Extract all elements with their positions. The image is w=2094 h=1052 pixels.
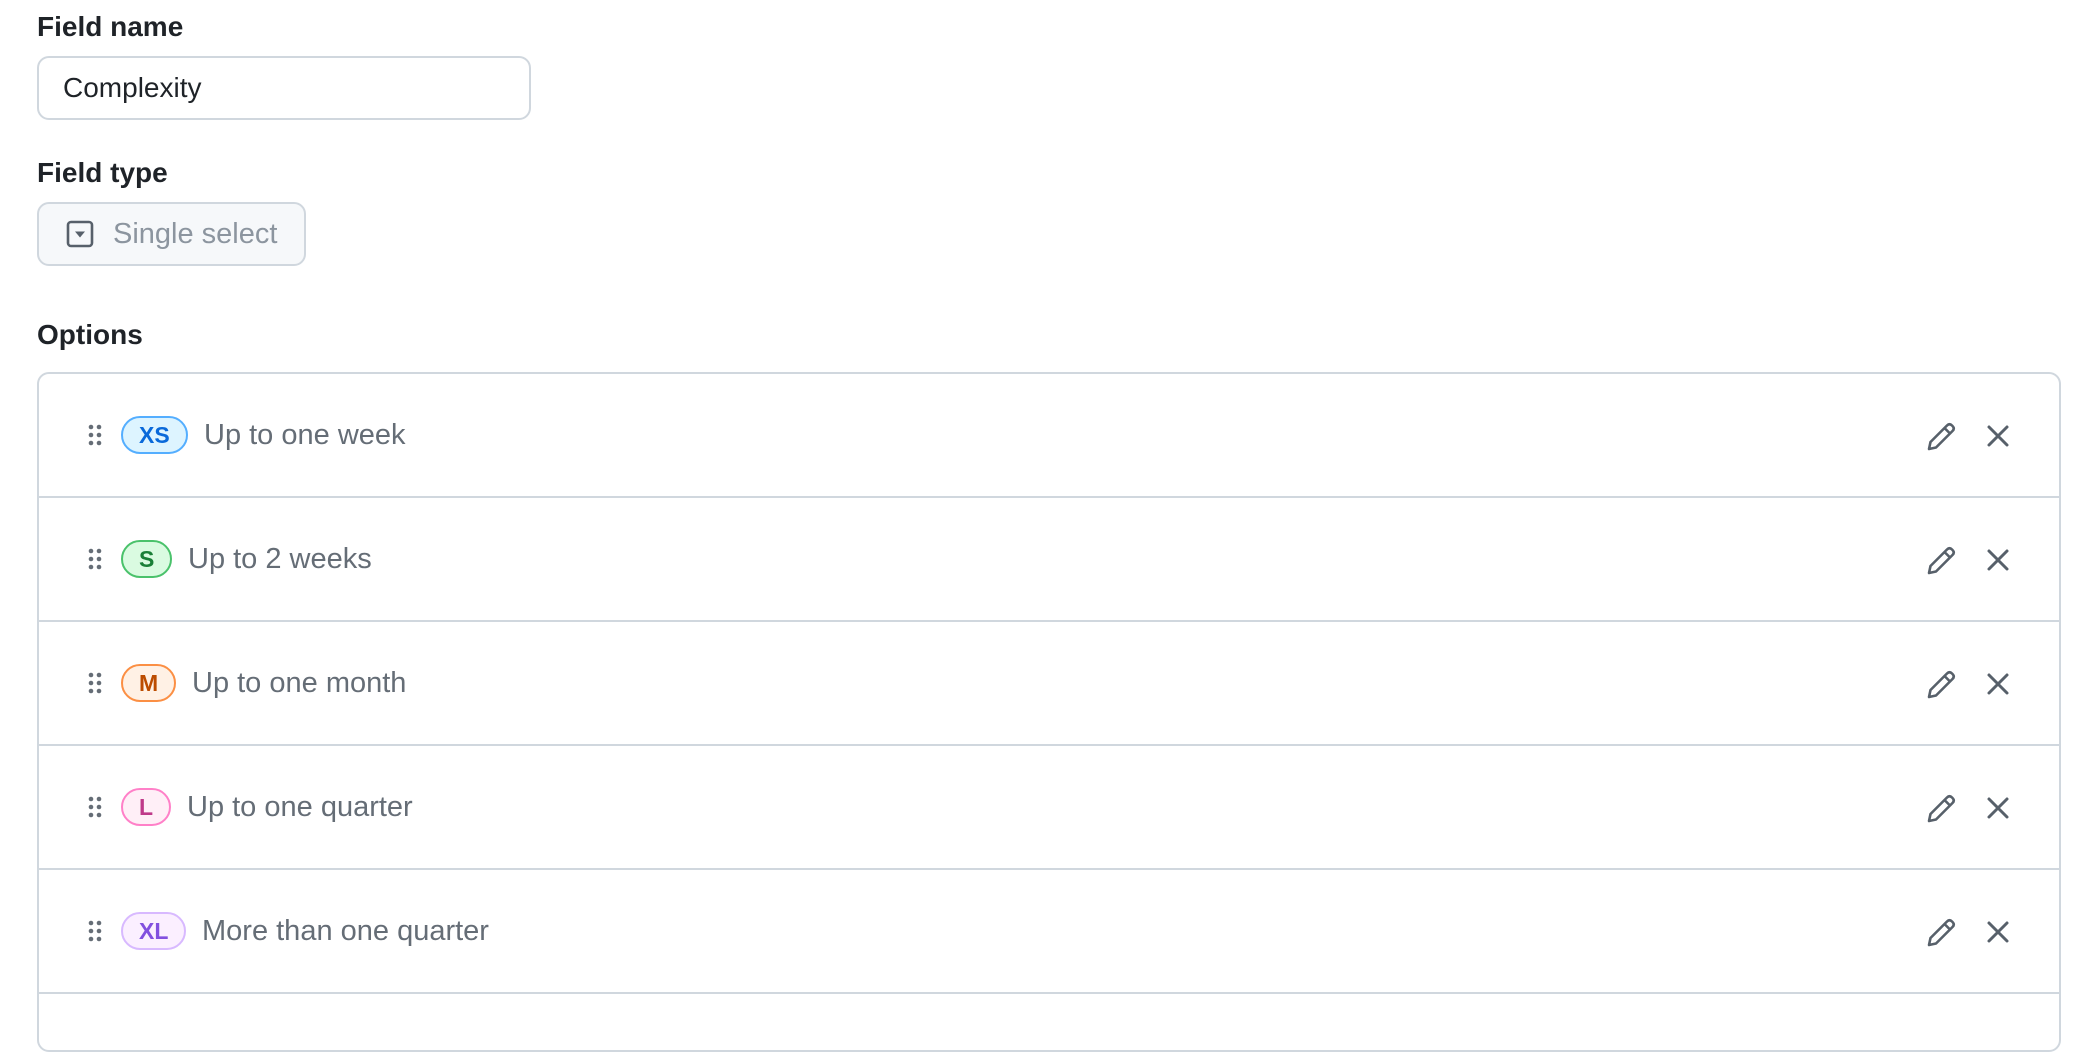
option-description: Up to one quarter bbox=[187, 791, 413, 823]
drag-handle-icon[interactable] bbox=[87, 795, 103, 819]
field-type-value: Single select bbox=[113, 217, 278, 250]
drag-handle-icon[interactable] bbox=[87, 671, 103, 695]
drag-handle-icon[interactable] bbox=[87, 547, 103, 571]
option-description: Up to one month bbox=[192, 667, 407, 699]
option-row: M Up to one month bbox=[39, 622, 2059, 746]
option-row: L Up to one quarter bbox=[39, 746, 2059, 870]
option-badge: XS bbox=[121, 416, 188, 454]
drag-handle-icon[interactable] bbox=[87, 919, 103, 943]
field-type-select: Single select bbox=[37, 202, 306, 266]
close-icon[interactable] bbox=[1984, 546, 2012, 574]
pencil-icon[interactable] bbox=[1925, 419, 1959, 453]
option-description: More than one quarter bbox=[202, 915, 489, 947]
field-name-input[interactable] bbox=[37, 56, 531, 120]
field-name-label: Field name bbox=[37, 11, 184, 42]
options-list: XS Up to one week S Up to 2 weeks M Up t… bbox=[37, 372, 2061, 1052]
close-icon[interactable] bbox=[1984, 794, 2012, 822]
option-badge: L bbox=[121, 788, 172, 826]
pencil-icon[interactable] bbox=[1925, 667, 1959, 701]
field-type-label: Field type bbox=[37, 157, 168, 188]
option-row: XS Up to one week bbox=[39, 374, 2059, 498]
option-badge: M bbox=[121, 664, 177, 702]
options-label: Options bbox=[37, 319, 143, 350]
option-badge: XL bbox=[121, 912, 187, 950]
pencil-icon[interactable] bbox=[1925, 791, 1959, 825]
single-select-icon bbox=[65, 219, 95, 249]
pencil-icon[interactable] bbox=[1925, 543, 1959, 577]
option-description: Up to one week bbox=[204, 419, 406, 451]
pencil-icon[interactable] bbox=[1925, 915, 1959, 949]
option-row: XL More than one quarter bbox=[39, 870, 2059, 994]
close-icon[interactable] bbox=[1984, 918, 2012, 946]
option-row: S Up to 2 weeks bbox=[39, 498, 2059, 622]
drag-handle-icon[interactable] bbox=[87, 423, 103, 447]
option-badge: S bbox=[121, 540, 173, 578]
option-description: Up to 2 weeks bbox=[188, 543, 372, 575]
close-icon[interactable] bbox=[1984, 670, 2012, 698]
close-icon[interactable] bbox=[1984, 422, 2012, 450]
